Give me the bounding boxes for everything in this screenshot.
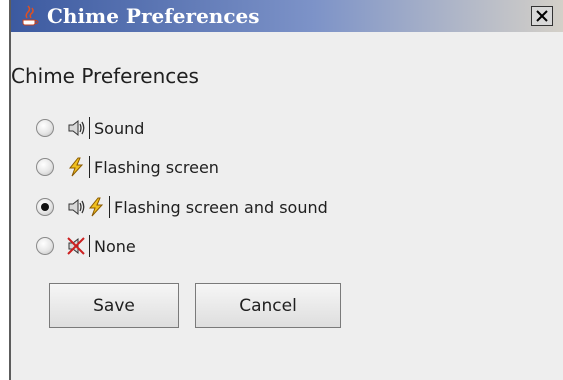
speaker-icon: [68, 119, 85, 137]
lightning-icon: [68, 157, 84, 177]
option-label: Sound: [94, 118, 145, 138]
cancel-button[interactable]: Cancel: [195, 283, 341, 328]
window-title: Chime Preferences: [47, 4, 260, 28]
option-flashing-screen-and-sound[interactable]: Flashing screen and sound: [36, 194, 328, 220]
radio-none[interactable]: [36, 237, 54, 255]
close-icon: [536, 10, 548, 22]
radio-flashing-screen[interactable]: [36, 158, 54, 176]
option-none[interactable]: None: [36, 233, 136, 259]
close-button[interactable]: [531, 6, 553, 26]
speaker-icon: [68, 198, 85, 216]
separator: [89, 156, 90, 178]
option-sound[interactable]: Sound: [36, 115, 144, 141]
chime-preferences-window: Chime Preferences Chime Preferences Soun…: [9, 0, 563, 380]
save-button[interactable]: Save: [49, 283, 179, 328]
title-bar[interactable]: Chime Preferences: [11, 0, 563, 32]
radio-sound[interactable]: [36, 119, 54, 137]
page-title: Chime Preferences: [11, 64, 199, 88]
option-label: Flashing screen: [94, 157, 219, 177]
separator: [89, 235, 90, 257]
lightning-icon: [88, 197, 104, 217]
separator: [89, 117, 90, 139]
radio-flashing-screen-and-sound[interactable]: [36, 198, 54, 216]
option-label: None: [94, 236, 136, 256]
separator: [109, 196, 110, 218]
option-flashing-screen[interactable]: Flashing screen: [36, 154, 219, 180]
java-cup-icon: [22, 5, 39, 26]
option-label: Flashing screen and sound: [114, 197, 328, 217]
muted-speaker-icon: [67, 237, 85, 255]
